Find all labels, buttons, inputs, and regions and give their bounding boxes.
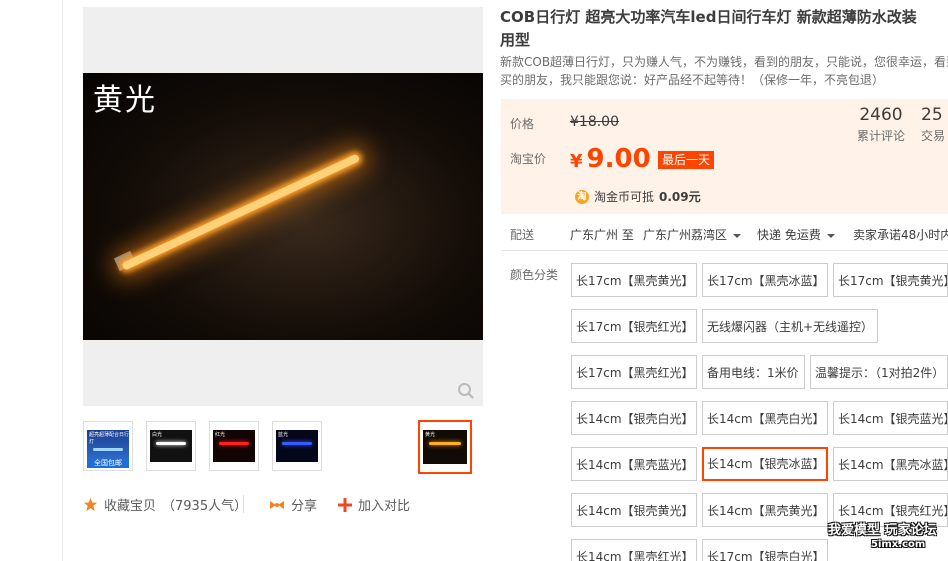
original-price: ¥18.00 xyxy=(570,114,619,130)
taojinbi-row: 淘 淘金币可抵 0.09元 xyxy=(575,188,701,205)
share-icon xyxy=(270,500,284,509)
chevron-down-icon xyxy=(826,233,835,238)
sku-option[interactable]: 长14cm【黑壳白光】 xyxy=(702,401,828,435)
promo-price-label: 淘宝价 xyxy=(510,152,547,166)
shipping-method-select[interactable]: 快递 免运费 xyxy=(757,226,835,243)
page-left-rule xyxy=(62,0,63,561)
product-title: COB日行灯 超亮大功率汽车led日间行车灯 新款超薄防水改装 xyxy=(500,8,917,26)
plus-icon xyxy=(338,497,352,512)
reviews-stat[interactable]: 2460 累计评论 xyxy=(853,105,909,144)
shipping-row: 配送 广东广州 至 广东广州荔湾区 快递 免运费 卖家承诺48小时内 xyxy=(501,224,948,244)
seller-promise: 卖家承诺48小时内 xyxy=(853,228,948,242)
sku-option[interactable]: 无线爆闪器（主机+无线遥控） xyxy=(702,309,878,343)
compare-button[interactable]: 加入对比 xyxy=(338,495,410,514)
currency-symbol: ¥ xyxy=(570,151,583,172)
product-subtitle: 新款COB超薄日行灯，只为赚人气，不为赚钱，看到的朋友，只能说，您很幸运，看到 xyxy=(500,55,948,69)
watermark-line2: 5imx.com xyxy=(871,539,926,550)
product-photo: 黄光 xyxy=(83,73,483,340)
sku-option[interactable]: 备用电线：1米价 xyxy=(702,355,805,389)
share-button[interactable]: 分享 xyxy=(269,495,317,514)
light-bar xyxy=(121,153,361,271)
sku-option[interactable]: 长14cm【银壳白光】 xyxy=(571,401,697,435)
sku-option[interactable]: 长14cm【黑壳黄光】 xyxy=(702,493,828,527)
photo-color-label: 黄光 xyxy=(93,83,157,118)
sku-option[interactable]: 长17cm【黑壳黄光】 xyxy=(571,263,697,297)
sku-option[interactable]: 长17cm【银壳红光】 xyxy=(571,309,697,343)
thumb-4[interactable]: 蓝光 xyxy=(272,421,322,471)
taojinbi-text: 淘金币可抵 xyxy=(594,190,655,204)
color-category-label: 颜色分类 xyxy=(510,268,559,282)
shipping-label: 配送 xyxy=(510,228,535,242)
thumb-5[interactable]: 黄光 xyxy=(418,420,472,474)
share-label: 分享 xyxy=(291,499,318,514)
shipping-destination-select[interactable]: 广东广州荔湾区 xyxy=(643,226,742,243)
sku-option[interactable]: 长17cm【银壳黄光】 xyxy=(833,263,948,297)
forum-watermark: 我爱模型 玩家论坛 5imx.com xyxy=(828,519,938,555)
thumb-badge: 全国包邮 xyxy=(87,459,129,468)
zoom-icon[interactable] xyxy=(457,382,475,400)
sku-option[interactable]: 长17cm【黑壳冰蓝】 xyxy=(702,263,828,297)
shipping-from: 广东广州 至 xyxy=(570,228,634,242)
sku-option[interactable]: 长17cm【黑壳红光】 xyxy=(571,355,697,389)
favorite-label: 收藏宝贝 xyxy=(104,499,157,514)
trades-stat[interactable]: 25 交易 xyxy=(921,105,948,144)
price-label: 价格 xyxy=(510,117,535,131)
price-panel: 价格 ¥18.00 淘宝价 ¥9.00 最后一天 2460 累计评论 25 交易… xyxy=(501,99,948,214)
taojinbi-coin-icon: 淘 xyxy=(575,189,589,204)
sku-option[interactable]: 长14cm【银壳黄光】 xyxy=(571,493,697,527)
main-product-image[interactable]: 黄光 xyxy=(83,7,483,406)
watermark-line1: 我爱模型 玩家论坛 xyxy=(828,523,937,538)
trades-label: 交易 xyxy=(921,129,946,143)
promo-price: ¥9.00 xyxy=(570,144,651,174)
sku-option[interactable]: 长14cm【黑壳蓝光】 xyxy=(571,447,697,481)
sku-option[interactable]: 长14cm【黑壳冰蓝】 xyxy=(833,447,948,481)
reviews-label: 累计评论 xyxy=(856,129,905,143)
thumb-1[interactable]: 超亮超薄配合日行灯 全国包邮 xyxy=(83,421,133,471)
taojinbi-amount: 0.09元 xyxy=(659,190,701,204)
chevron-down-icon xyxy=(733,233,742,238)
trades-count: 25 xyxy=(921,105,943,125)
product-title-continued: 用型 xyxy=(500,31,531,49)
favorite-button[interactable]: 收藏宝贝 （7935人气） xyxy=(83,495,247,514)
compare-label: 加入对比 xyxy=(358,499,411,514)
sku-option[interactable]: 温馨提示：（1对拍2件） xyxy=(810,355,948,389)
sku-option[interactable]: 长14cm【黑壳红光】 xyxy=(571,539,697,561)
thumb-3[interactable]: 红光 xyxy=(209,421,259,471)
favorite-count: （7935人气） xyxy=(162,499,248,514)
promo-price-value: 9.00 xyxy=(586,144,651,174)
sku-option[interactable]: 长17cm【银壳白光】 xyxy=(702,539,828,561)
thumb-2[interactable]: 白光 xyxy=(146,421,196,471)
section-divider xyxy=(501,250,948,251)
sku-option[interactable]: 长14cm【银壳蓝光】 xyxy=(833,401,948,435)
action-separator xyxy=(243,495,244,513)
reviews-count: 2460 xyxy=(859,105,903,125)
sku-option-selected[interactable]: 长14cm【银壳冰蓝】 xyxy=(702,447,828,481)
product-subtitle-continued: 买的朋友，我只能跟您说：好产品经不起等待！（保修一年，不亮包退） xyxy=(500,73,885,87)
promo-badge: 最后一天 xyxy=(658,151,715,169)
star-icon xyxy=(83,497,98,512)
